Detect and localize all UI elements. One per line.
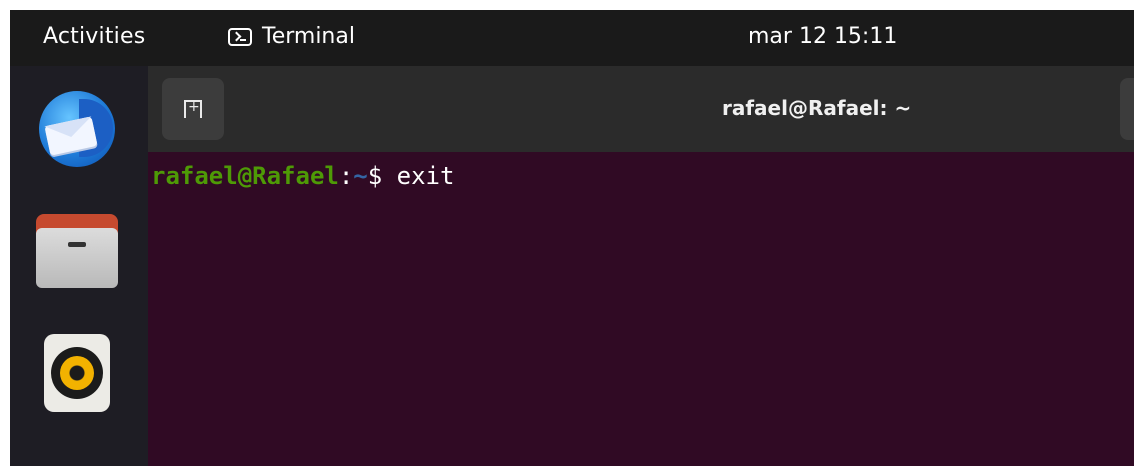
new-tab-icon	[184, 99, 202, 118]
command-text: exit	[396, 162, 455, 190]
prompt-user-host: rafael@Rafael	[151, 162, 339, 190]
clock[interactable]: mar 12 15:11	[748, 24, 897, 49]
thunderbird-icon	[39, 91, 115, 167]
activities-button[interactable]: Activities	[43, 24, 145, 49]
prompt-colon: :	[338, 162, 354, 190]
terminal-body[interactable]: rafael@Rafael:~$ exit	[148, 152, 1134, 466]
app-menu-label: Terminal	[262, 24, 355, 49]
new-tab-button[interactable]	[162, 78, 224, 140]
prompt-line: rafael@Rafael:~$ exit	[151, 162, 454, 190]
terminal-header-bar: rafael@Rafael: ~	[148, 66, 1134, 152]
app-menu-terminal[interactable]: Terminal	[228, 24, 355, 49]
desktop: Activities Terminal mar 12 15:11 + rafae…	[10, 10, 1134, 466]
prompt-path: ~	[353, 162, 368, 190]
dock-item-rhythmbox[interactable]	[32, 328, 122, 418]
dock-item-thunderbird[interactable]	[32, 84, 122, 174]
terminal-title: rafael@Rafael: ~	[722, 96, 912, 120]
top-bar: Activities Terminal mar 12 15:11	[10, 10, 1134, 66]
dock-item-files[interactable]	[32, 206, 122, 296]
search-button[interactable]	[1120, 78, 1134, 140]
prompt-dollar: $	[367, 162, 397, 190]
dock	[10, 66, 148, 466]
terminal-icon	[228, 27, 252, 46]
speaker-icon	[44, 334, 110, 412]
folder-icon	[36, 214, 118, 288]
